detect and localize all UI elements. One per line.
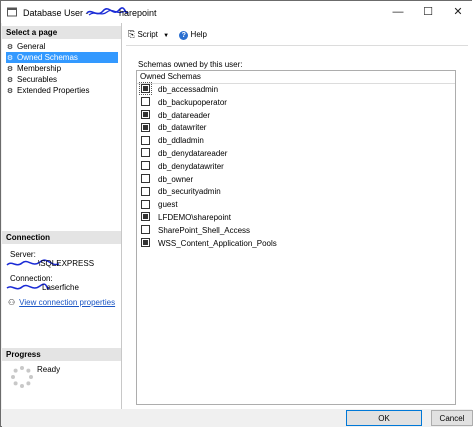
page-item-extended-properties[interactable]: ⚙ Extended Properties <box>6 85 118 96</box>
schema-row[interactable]: db_datawriter <box>137 122 455 135</box>
button-bar: OK Cancel <box>2 409 473 427</box>
schema-checkbox[interactable] <box>141 122 150 132</box>
schema-row[interactable]: LFDEMO\sharepoint <box>137 212 455 225</box>
help-icon: ? <box>179 31 189 40</box>
schema-name: LFDEMO\sharepoint <box>158 212 231 222</box>
schema-checkbox[interactable] <box>141 97 150 107</box>
progress-header: Progress <box>2 348 121 361</box>
chevron-down-icon: ▼ <box>163 33 170 39</box>
window-title-suffix: harepoint <box>119 8 157 18</box>
script-button[interactable]: ⎘ Script ▼ <box>128 29 171 39</box>
progress-spinner-icon <box>10 365 34 389</box>
schema-name: WSS_Content_Application_Pools <box>158 238 277 248</box>
connection-label: Connection: <box>10 274 53 283</box>
schema-row[interactable]: db_datareader <box>137 109 455 123</box>
toolbar: ⎘ Script ▼ ? Help <box>128 29 207 43</box>
schema-checkbox[interactable] <box>141 199 150 209</box>
schema-checkbox[interactable] <box>141 237 150 247</box>
schema-row[interactable]: db_denydatawriter <box>137 161 455 174</box>
schema-name: db_accessadmin <box>158 85 219 94</box>
schema-name: db_ddladmin <box>158 136 204 146</box>
connection-value-text: Laserfiche <box>42 283 79 293</box>
schema-checkbox[interactable] <box>141 135 150 145</box>
schema-row[interactable]: db_owner <box>137 173 455 187</box>
help-label: Help <box>190 30 207 39</box>
schema-name: guest <box>158 200 178 210</box>
help-button[interactable]: ? Help <box>179 30 207 40</box>
schemas-panel-label: Schemas owned by this user: <box>138 60 243 69</box>
schema-row[interactable]: db_denydatareader <box>137 148 455 161</box>
schema-checkbox[interactable] <box>141 186 150 196</box>
schema-row[interactable]: db_backupoperator <box>137 97 455 110</box>
window-title-prefix: Database User - <box>23 8 89 18</box>
page-item-general[interactable]: ⚙ General <box>6 41 118 52</box>
left-pane: Select a page ⚙ General ⚙ Owned Schemas ⚙ Mem… <box>2 23 122 409</box>
page-item-securables[interactable]: ⚙ Securables <box>6 74 118 85</box>
schema-checkbox[interactable] <box>139 82 152 96</box>
schema-name: SharePoint_Shell_Access <box>158 225 251 235</box>
page-icon: ⚙ <box>6 88 14 95</box>
schema-name: db_denydatawriter <box>158 161 224 171</box>
view-connection-properties[interactable]: ⚇ View connection properties <box>8 298 115 307</box>
title-bar[interactable]: Database User - harepoint — ☐ ✕ <box>1 1 473 23</box>
page-item-owned-schemas[interactable]: ⚙ Owned Schemas <box>6 52 118 63</box>
page-item-label: Securables <box>17 75 58 84</box>
schema-checkbox[interactable] <box>141 109 150 119</box>
schema-checkbox[interactable] <box>141 173 150 183</box>
server-value-text: \SQLEXPRESS <box>38 259 95 269</box>
schema-name: db_denydatareader <box>158 148 228 158</box>
page-item-membership[interactable]: ⚙ Membership <box>6 63 118 74</box>
page-item-label: General <box>17 42 46 51</box>
owned-schemas-column-header: Owned Schemas <box>137 71 455 84</box>
schema-rows: db_accessadmin db_backupoperator db_datare… <box>137 82 455 251</box>
schema-row[interactable]: db_accessadmin <box>137 82 455 97</box>
schema-row[interactable]: db_ddladmin <box>137 135 455 148</box>
schema-name: db_backupoperator <box>158 97 227 107</box>
schema-name: db_datawriter <box>158 123 207 133</box>
server-value: \SQLEXPRESS <box>6 259 94 269</box>
schema-name: db_securityadmin <box>158 187 221 197</box>
progress-status: Ready <box>37 365 61 374</box>
schema-row[interactable]: db_securityadmin <box>137 186 455 199</box>
cancel-button[interactable]: Cancel <box>431 410 473 426</box>
server-label: Server: <box>10 250 36 259</box>
view-connection-link[interactable]: View connection properties <box>19 298 115 307</box>
main-pane: ⎘ Script ▼ ? Help Schemas owned by this … <box>122 23 472 409</box>
schema-checkbox[interactable] <box>141 225 150 235</box>
page-item-label: Owned Schemas <box>17 53 78 62</box>
toolbar-divider <box>126 45 468 46</box>
schema-row[interactable]: WSS_Content_Application_Pools <box>137 237 455 251</box>
select-page-header: Select a page <box>2 26 121 39</box>
connection-properties-icon: ⚇ <box>8 298 16 307</box>
schema-row[interactable]: SharePoint_Shell_Access <box>137 225 455 238</box>
script-label: Script <box>137 30 158 39</box>
script-icon: ⎘ <box>128 29 136 39</box>
schema-name: db_owner <box>158 174 194 184</box>
ok-button[interactable]: OK <box>346 410 422 426</box>
schema-checkbox[interactable] <box>141 148 150 158</box>
page-item-label: Membership <box>17 64 62 73</box>
schema-checkbox[interactable] <box>141 161 150 171</box>
minimize-button[interactable]: — <box>383 1 413 23</box>
close-button[interactable]: ✕ <box>443 1 473 23</box>
database-user-dialog: Database User - harepoint — ☐ ✕ Select a… <box>0 0 473 427</box>
connection-header: Connection <box>2 231 121 244</box>
owned-schemas-list[interactable]: Owned Schemas db_accessadmin db_backupope… <box>136 70 456 405</box>
maximize-button[interactable]: ☐ <box>413 1 443 23</box>
schema-row[interactable]: guest <box>137 199 455 212</box>
schema-name: db_datareader <box>158 110 211 120</box>
connection-value: Laserfiche <box>6 283 79 293</box>
schema-checkbox[interactable] <box>141 212 150 222</box>
page-item-label: Extended Properties <box>17 86 90 95</box>
database-user-icon <box>7 7 17 17</box>
